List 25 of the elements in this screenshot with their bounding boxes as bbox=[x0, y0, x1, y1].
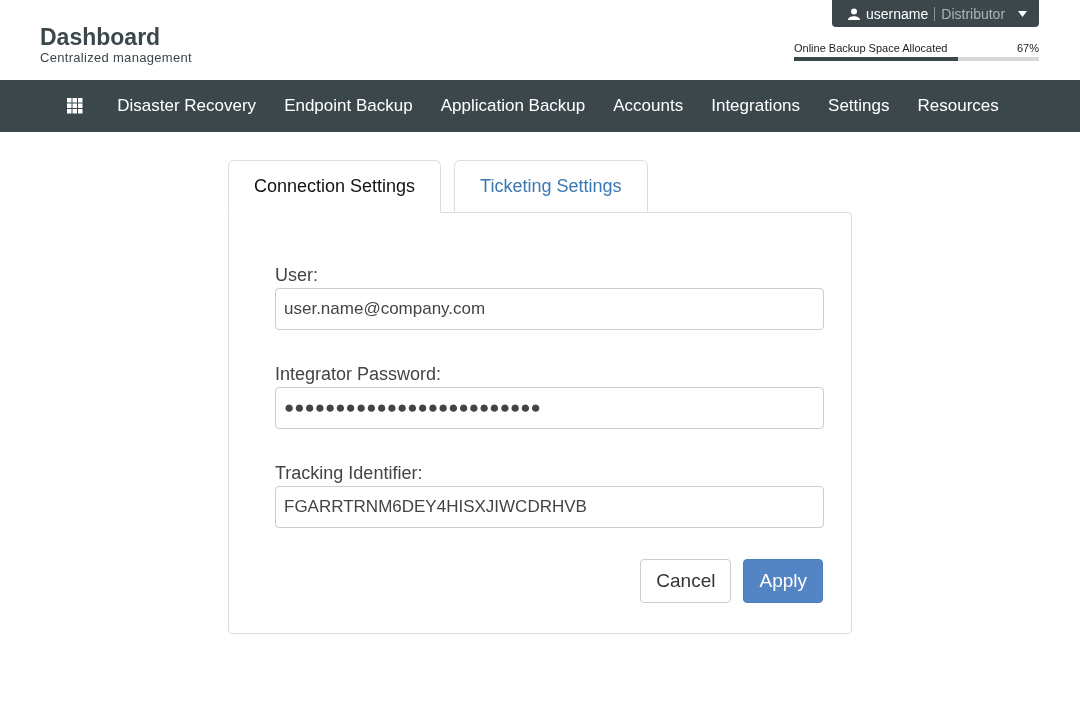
tab[interactable]: Connection Settings bbox=[228, 160, 442, 213]
apply-button[interactable]: Apply bbox=[743, 559, 823, 603]
nav-link[interactable]: Disaster Recovery bbox=[103, 96, 271, 116]
input-field[interactable]: FGARRTRNM6DEY4HISXJIWCDRHVB bbox=[275, 486, 824, 528]
field-label: Integrator Password: bbox=[275, 364, 443, 385]
nav-link[interactable]: Accounts bbox=[599, 96, 698, 116]
input-field[interactable]: user.name@company.com bbox=[275, 288, 824, 330]
tab[interactable]: Ticketing Settings bbox=[454, 160, 648, 213]
caret-icon bbox=[1018, 10, 1027, 17]
dashboard-subtitle: Centralized management bbox=[40, 50, 192, 65]
grid-menu-icon[interactable] bbox=[67, 98, 84, 114]
dashboard-title: Dashboard bbox=[40, 24, 162, 50]
nav-link[interactable]: Integrations bbox=[697, 96, 815, 116]
cancel-button[interactable]: Cancel bbox=[640, 559, 732, 603]
nav-link[interactable]: Application Backup bbox=[426, 96, 600, 116]
field-label: Tracking Identifier: bbox=[275, 463, 424, 484]
field-label: User: bbox=[275, 265, 319, 286]
nav-link[interactable]: Resources bbox=[903, 96, 1013, 116]
user-icon bbox=[848, 7, 860, 20]
input-field[interactable]: ●●●●●●●●●●●●●●●●●●●●●●●●● bbox=[275, 387, 824, 429]
nav-link[interactable]: Settings bbox=[814, 96, 904, 116]
nav-link[interactable]: Endpoint Backup bbox=[270, 96, 427, 116]
storage-label: Online Backup Space Allocated bbox=[794, 42, 948, 54]
storage-reading: 67% bbox=[1016, 42, 1039, 54]
user-menu-button[interactable]: username Distributor bbox=[832, 0, 1039, 27]
